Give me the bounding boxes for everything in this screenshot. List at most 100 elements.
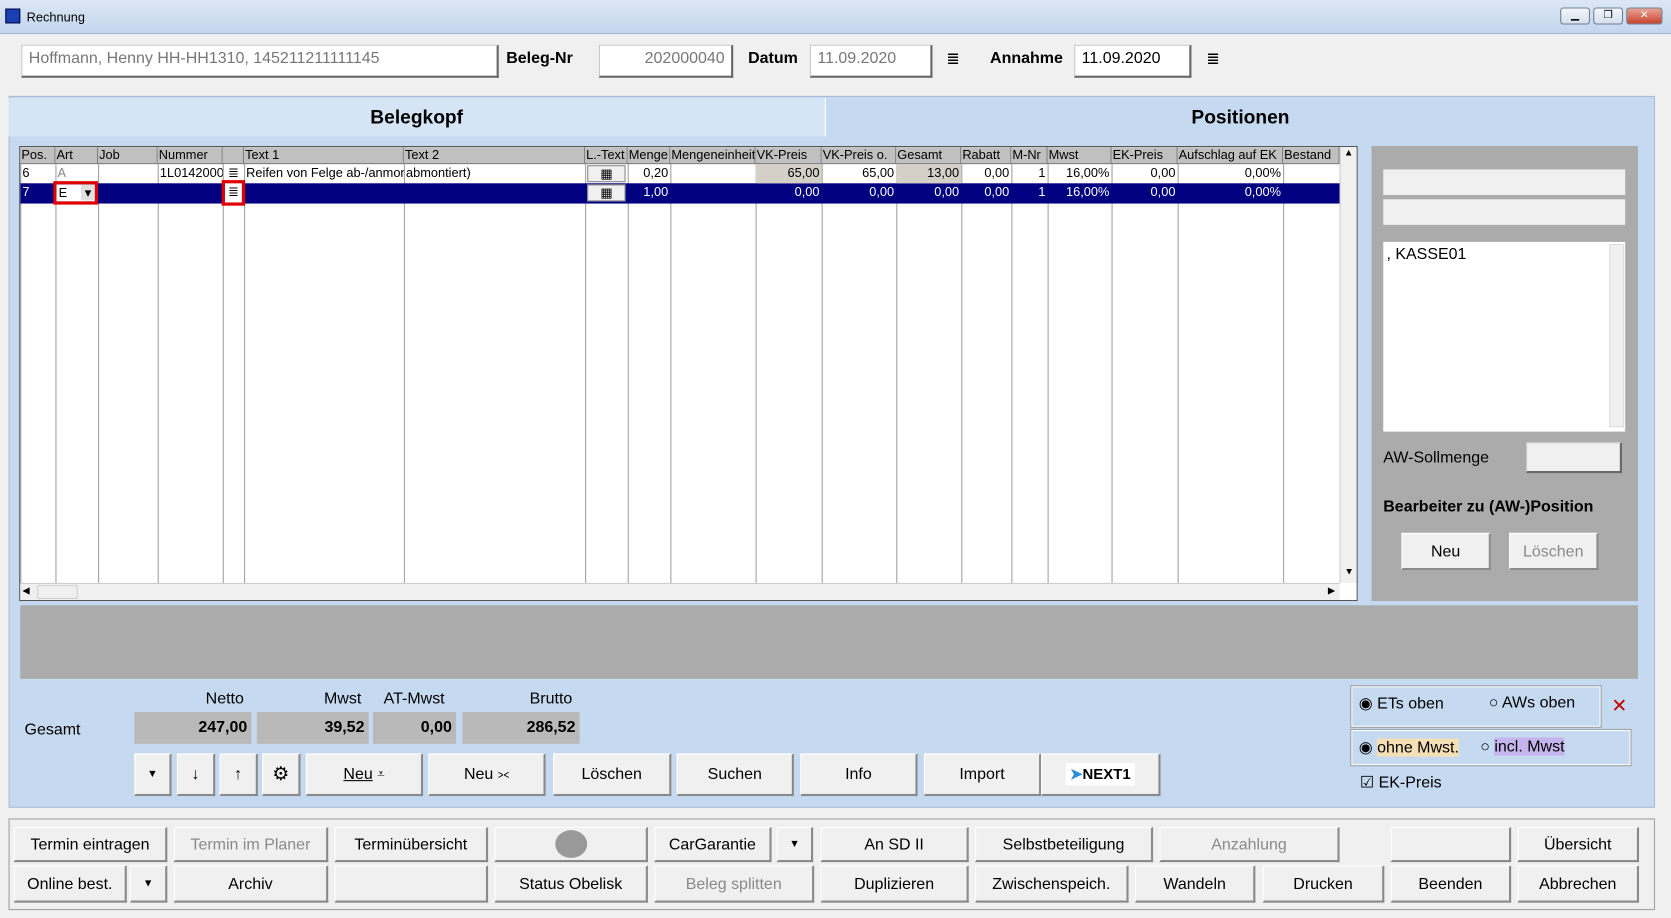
button-termin-eintragen[interactable]: Termin eintragen — [13, 826, 168, 863]
button-beleg-splitten[interactable]: Beleg splitten — [654, 865, 815, 903]
move-up-button[interactable]: ↑ — [219, 753, 258, 797]
vertical-scrollbar[interactable]: ▲ ▼ — [1339, 147, 1357, 583]
neu-below-button[interactable]: Neu ⩡ — [305, 753, 424, 797]
cell-mnr[interactable]: 1 — [1011, 183, 1047, 202]
import-button[interactable]: Import — [923, 753, 1042, 797]
horizontal-scrollbar[interactable]: ◀ ▶ — [20, 582, 1340, 600]
ets-oben-radio[interactable]: ◉ ETs oben — [1359, 694, 1444, 713]
scroll-right-icon[interactable]: ▶ — [1328, 585, 1335, 597]
button-drucken[interactable]: Drucken — [1262, 865, 1385, 903]
cell-gesamt[interactable]: 0,00 — [896, 183, 961, 202]
aw-sollmenge-field[interactable] — [1526, 442, 1622, 474]
cell-text2[interactable]: abmontiert) — [404, 164, 585, 183]
cell-menge[interactable]: 0,20 — [628, 164, 671, 183]
cell-gesamt[interactable]: 13,00 — [896, 164, 962, 184]
cell-text1[interactable]: Reifen von Felge ab-/anmon — [244, 164, 404, 183]
cell-pos[interactable]: 7 — [20, 183, 55, 202]
cell-ek[interactable]: 0,00 — [1112, 164, 1178, 183]
minimize-button[interactable]: ▁ — [1560, 7, 1591, 25]
langtext-button[interactable]: ▦ — [587, 165, 626, 183]
cell-nummer[interactable] — [158, 183, 223, 202]
cell-einheit[interactable] — [670, 164, 755, 183]
datum-picker-icon[interactable]: ≣ — [946, 49, 959, 68]
neu-between-button[interactable]: Neu ⪥ — [428, 753, 546, 797]
column-header[interactable]: Gesamt — [896, 147, 962, 165]
datum-field[interactable]: 11.09.2020 — [809, 44, 933, 78]
column-header[interactable]: Mengeneinheit — [670, 147, 756, 165]
column-header[interactable]: M-Nr — [1011, 147, 1048, 165]
cell-text2[interactable] — [404, 183, 585, 202]
scroll-thumb[interactable] — [37, 585, 78, 599]
cell-menge[interactable]: 1,00 — [628, 183, 671, 202]
list-icon[interactable]: ≣ — [224, 164, 242, 184]
cell-vko[interactable]: 0,00 — [822, 183, 897, 202]
incl-mwst-radio[interactable]: ○ incl. Mwst — [1480, 737, 1565, 756]
info-button[interactable]: Info — [800, 753, 918, 797]
button-übersicht[interactable]: Übersicht — [1517, 826, 1640, 863]
restore-button[interactable]: ❐ — [1593, 7, 1624, 25]
move-down-button[interactable]: ↓ — [176, 753, 216, 797]
side-textarea[interactable]: , KASSE01 — [1383, 241, 1626, 432]
column-header[interactable] — [222, 147, 245, 165]
side-field-1[interactable] — [1383, 169, 1626, 196]
customer-field[interactable]: Hoffmann, Henny HH-HH1310, 1452112111111… — [21, 44, 499, 78]
button-online-best-[interactable]: Online best. — [13, 865, 127, 903]
cell-aufschlag[interactable]: 0,00% — [1178, 183, 1284, 202]
column-header[interactable]: Menge — [627, 147, 671, 165]
button-wandeln[interactable]: Wandeln — [1134, 865, 1256, 903]
tab-positionen[interactable]: Positionen — [826, 98, 1655, 136]
column-header[interactable]: Job — [98, 147, 158, 165]
button-duplizieren[interactable]: Duplizieren — [820, 865, 969, 903]
column-header[interactable]: Text 1 — [244, 147, 404, 165]
dropdown-button[interactable]: ▼ — [776, 826, 814, 863]
scroll-down-icon[interactable]: ▼ — [1341, 566, 1357, 583]
cell-rabatt[interactable]: 0,00 — [961, 164, 1011, 183]
column-header[interactable]: Nummer — [157, 147, 223, 165]
cell-pos[interactable]: 6 — [20, 164, 55, 183]
dropdown-arrow-icon[interactable]: ▾ — [80, 184, 95, 201]
suchen-button[interactable]: Suchen — [676, 753, 794, 797]
column-header[interactable]: Aufschlag auf EK — [1177, 147, 1284, 165]
next-button[interactable]: ➤NEXT1 — [1041, 753, 1161, 797]
logo-button[interactable] — [494, 826, 648, 863]
list-icon[interactable]: ≣ — [221, 180, 246, 206]
button-archiv[interactable]: Archiv — [173, 865, 329, 903]
bearbeiter-neu-button[interactable]: Neu — [1401, 532, 1491, 571]
cell-job[interactable] — [98, 183, 158, 202]
empty-button[interactable] — [1390, 826, 1512, 863]
cell-mnr[interactable]: 1 — [1011, 164, 1047, 183]
tab-belegkopf[interactable]: Belegkopf — [8, 98, 826, 137]
cell-aufschlag[interactable]: 0,00% — [1178, 164, 1284, 183]
annahme-picker-icon[interactable]: ≣ — [1206, 49, 1219, 68]
cell-art[interactable]: A — [55, 164, 98, 183]
cell-bestand[interactable] — [1283, 183, 1339, 202]
button-selbstbeteiligung[interactable]: Selbstbeteiligung — [975, 826, 1154, 863]
cell-ek[interactable]: 0,00 — [1112, 183, 1178, 202]
cell-einheit[interactable] — [670, 183, 755, 202]
loeschen-button[interactable]: Löschen — [553, 753, 672, 797]
empty-button[interactable] — [334, 865, 489, 903]
cell-nummer[interactable]: 1L0142000 — [158, 164, 223, 183]
cell-rabatt[interactable]: 0,00 — [961, 183, 1011, 202]
beleg-nr-field[interactable]: 202000040 — [598, 44, 734, 78]
button-an-sd-ii[interactable]: An SD II — [820, 826, 969, 863]
cell-mwst[interactable]: 16,00% — [1048, 164, 1112, 183]
scroll-left-icon[interactable]: ◀ — [22, 585, 29, 597]
button-cargarantie[interactable]: CarGarantie — [654, 826, 772, 863]
button-terminübersicht[interactable]: Terminübersicht — [334, 826, 489, 863]
cell-mwst[interactable]: 16,00% — [1048, 183, 1112, 202]
close-button[interactable]: ✕ — [1626, 7, 1663, 25]
column-header[interactable]: Mwst — [1047, 147, 1112, 165]
column-header[interactable]: Bestand — [1283, 147, 1340, 165]
button-zwischenspeich-[interactable]: Zwischenspeich. — [975, 865, 1129, 903]
annahme-field[interactable]: 11.09.2020 — [1074, 44, 1192, 78]
column-header[interactable]: VK-Preis o. — [821, 147, 897, 165]
button-termin-im-planer[interactable]: Termin im Planer — [173, 826, 329, 863]
ohne-mwst-radio[interactable]: ◉ ohne Mwst. — [1359, 737, 1459, 757]
cell-bestand[interactable] — [1283, 164, 1339, 183]
dropdown-button[interactable]: ▼ — [134, 753, 172, 797]
langtext-button[interactable]: ▦ — [587, 184, 626, 202]
cell-job[interactable] — [98, 164, 158, 183]
bearbeiter-loeschen-button[interactable]: Löschen — [1509, 532, 1599, 571]
art-dropdown[interactable]: E ▾ — [53, 181, 99, 205]
